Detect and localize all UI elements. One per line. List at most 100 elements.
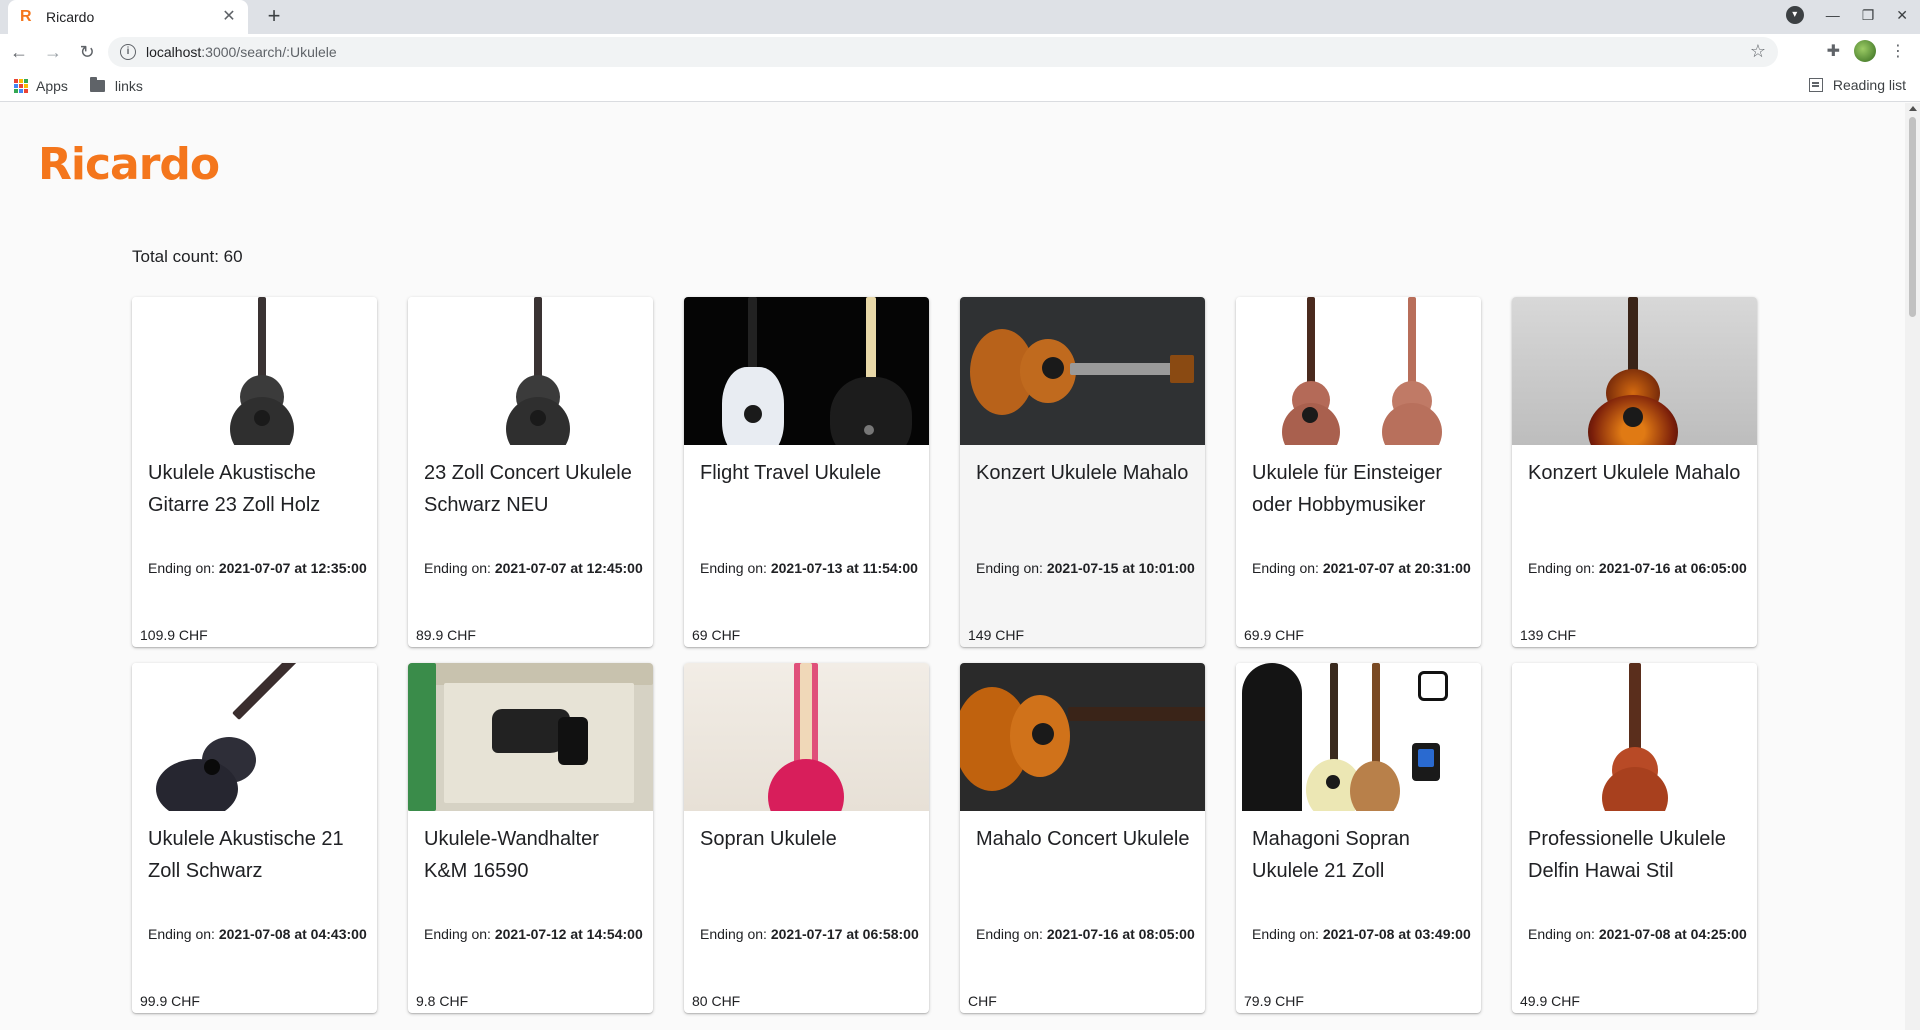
- listing-ending-date: 2021-07-08 at 04:43:00: [218, 926, 367, 942]
- listing-price: 69.9 CHF: [1244, 627, 1304, 643]
- page-scrollbar[interactable]: [1905, 103, 1920, 1030]
- bookmark-apps[interactable]: Apps: [14, 78, 68, 94]
- listing-ending-date: 2021-07-12 at 14:54:00: [494, 926, 643, 942]
- listing-card[interactable]: Mahagoni Sopran Ukulele 21 Zoll Ending o…: [1236, 663, 1481, 1013]
- reading-list-button[interactable]: Reading list: [1808, 77, 1906, 93]
- listing-ending: Ending on: 2021-07-13 at 11:54:00: [700, 560, 918, 576]
- window-controls: ▾ — ❐ ✕: [1785, 6, 1908, 24]
- bookmark-links-folder[interactable]: links: [89, 76, 143, 94]
- listing-image: [132, 297, 377, 445]
- url-path: :3000/search/:Ukulele: [201, 44, 337, 60]
- listing-title: Sopran Ukulele: [700, 828, 837, 850]
- scrollbar-thumb[interactable]: [1909, 117, 1916, 317]
- listing-price: 69 CHF: [692, 627, 741, 643]
- back-arrow-icon[interactable]: ←: [4, 37, 34, 67]
- apps-grid-icon: [14, 78, 28, 93]
- scroll-up-arrow-icon[interactable]: [1909, 106, 1917, 111]
- listing-title: Flight Travel Ukulele: [700, 462, 882, 484]
- listing-ending: Ending on: 2021-07-17 at 06:58:00: [700, 926, 919, 942]
- folder-icon: [89, 76, 105, 92]
- listing-image: [1236, 663, 1481, 811]
- listing-title: Konzert Ukulele Mahalo: [1528, 462, 1741, 484]
- listing-card[interactable]: Sopran Ukulele Ending on: 2021-07-17 at …: [684, 663, 929, 1013]
- listing-image: [408, 297, 653, 445]
- browser-menu-icon[interactable]: ⋮: [1890, 41, 1906, 61]
- listing-ending-date: 2021-07-08 at 04:25:00: [1598, 926, 1747, 942]
- listing-ending: Ending on: 2021-07-08 at 04:25:00: [1528, 926, 1747, 942]
- listing-image: [960, 663, 1205, 811]
- listing-price: CHF: [968, 993, 997, 1009]
- reload-icon[interactable]: ↻: [72, 37, 102, 67]
- bookmarks-bar: Apps links Reading list: [0, 70, 1920, 102]
- browser-tab[interactable]: R Ricardo ✕: [8, 0, 248, 34]
- listing-card[interactable]: Professionelle Ukulele Delfin Hawai Stil…: [1512, 663, 1757, 1013]
- reading-list-label: Reading list: [1832, 77, 1906, 93]
- close-window-icon[interactable]: ✕: [1896, 7, 1908, 24]
- listing-image: [1512, 297, 1757, 445]
- address-bar[interactable]: i localhost:3000/search/:Ukulele ☆: [108, 37, 1778, 67]
- new-tab-button[interactable]: +: [262, 5, 286, 29]
- bookmark-star-icon[interactable]: ☆: [1750, 41, 1766, 62]
- listing-ending-date: 2021-07-13 at 11:54:00: [770, 560, 918, 576]
- listing-card[interactable]: 23 Zoll Concert Ukulele Schwarz NEU Endi…: [408, 297, 653, 647]
- close-tab-icon[interactable]: ✕: [220, 8, 238, 26]
- listing-ending-date: 2021-07-07 at 12:35:00: [218, 560, 367, 576]
- listing-ending: Ending on: 2021-07-08 at 04:43:00: [148, 926, 367, 942]
- listing-ending-date: 2021-07-07 at 12:45:00: [494, 560, 643, 576]
- listing-ending: Ending on: 2021-07-16 at 06:05:00: [1528, 560, 1747, 576]
- listing-card[interactable]: Konzert Ukulele Mahalo Ending on: 2021-0…: [1512, 297, 1757, 647]
- listing-ending-date: 2021-07-08 at 03:49:00: [1322, 926, 1471, 942]
- listing-ending: Ending on: 2021-07-16 at 08:05:00: [976, 926, 1195, 942]
- tab-search-icon[interactable]: ▾: [1785, 6, 1804, 24]
- bookmark-label: links: [114, 77, 143, 94]
- listing-ending-date: 2021-07-16 at 08:05:00: [1046, 926, 1195, 942]
- listing-title: Ukulele Akustische Gitarre 23 Zoll Holz: [148, 462, 321, 516]
- listing-ending-date: 2021-07-16 at 06:05:00: [1598, 560, 1747, 576]
- listing-card[interactable]: Mahalo Concert Ukulele Ending on: 2021-0…: [960, 663, 1205, 1013]
- toolbar-actions: ✚ ⋮: [1827, 40, 1906, 62]
- restore-icon[interactable]: ❐: [1862, 7, 1875, 24]
- listing-image: [1236, 297, 1481, 445]
- bookmark-label: Apps: [36, 77, 68, 94]
- listing-card[interactable]: Ukulele-Wandhalter K&M 16590 Ending on: …: [408, 663, 653, 1013]
- listing-ending: Ending on: 2021-07-07 at 12:45:00: [424, 560, 643, 576]
- listing-card[interactable]: Ukulele Akustische Gitarre 23 Zoll Holz …: [132, 297, 377, 647]
- listing-title: Konzert Ukulele Mahalo: [976, 462, 1189, 484]
- listing-title: Mahalo Concert Ukulele: [976, 828, 1190, 850]
- minimize-icon[interactable]: —: [1826, 7, 1840, 23]
- ricardo-favicon-icon: R: [20, 8, 32, 25]
- listing-ending: Ending on: 2021-07-15 at 10:01:00: [976, 560, 1195, 576]
- tab-strip: R Ricardo ✕ + ▾ — ❐ ✕: [0, 0, 1920, 34]
- listing-price: 9.8 CHF: [416, 993, 469, 1009]
- listing-grid: Ukulele Akustische Gitarre 23 Zoll Holz …: [132, 297, 1762, 1013]
- listing-image: [132, 663, 377, 811]
- browser-toolbar: ← → ↻ i localhost:3000/search/:Ukulele ☆…: [0, 34, 1920, 70]
- listing-card[interactable]: Konzert Ukulele Mahalo Ending on: 2021-0…: [960, 297, 1205, 647]
- url-host: localhost: [146, 44, 202, 60]
- listing-price: 79.9 CHF: [1244, 993, 1304, 1009]
- ricardo-logo[interactable]: Ricardo: [38, 139, 220, 190]
- tab-title: Ricardo: [46, 9, 95, 25]
- listing-card[interactable]: Ukulele für Einsteiger oder Hobbymusiker…: [1236, 297, 1481, 647]
- listing-price: 99.9 CHF: [140, 993, 200, 1009]
- profile-avatar[interactable]: [1854, 40, 1876, 62]
- extensions-puzzle-icon[interactable]: ✚: [1827, 41, 1840, 61]
- listing-title: 23 Zoll Concert Ukulele Schwarz NEU: [424, 462, 632, 516]
- listing-title: Ukulele für Einsteiger oder Hobbymusiker: [1252, 462, 1443, 516]
- listing-ending: Ending on: 2021-07-08 at 03:49:00: [1252, 926, 1471, 942]
- listing-image: [684, 297, 929, 445]
- page-viewport: Ricardo Total count: 60 Ukulele Akustisc…: [0, 103, 1905, 1030]
- listing-image: [960, 297, 1205, 445]
- total-count: Total count: 60: [132, 247, 243, 266]
- listing-image: [1512, 663, 1757, 811]
- listing-ending: Ending on: 2021-07-07 at 20:31:00: [1252, 560, 1471, 576]
- listing-card[interactable]: Ukulele Akustische 21 Zoll Schwarz Endin…: [132, 663, 377, 1013]
- listing-ending-date: 2021-07-15 at 10:01:00: [1046, 560, 1195, 576]
- site-info-icon[interactable]: i: [120, 44, 136, 60]
- listing-ending-date: 2021-07-17 at 06:58:00: [770, 926, 919, 942]
- forward-arrow-icon[interactable]: →: [38, 37, 68, 67]
- listing-card[interactable]: Flight Travel Ukulele Ending on: 2021-07…: [684, 297, 929, 647]
- listing-ending: Ending on: 2021-07-07 at 12:35:00: [148, 560, 367, 576]
- listing-title: Professionelle Ukulele Delfin Hawai Stil: [1528, 828, 1726, 882]
- listing-ending: Ending on: 2021-07-12 at 14:54:00: [424, 926, 643, 942]
